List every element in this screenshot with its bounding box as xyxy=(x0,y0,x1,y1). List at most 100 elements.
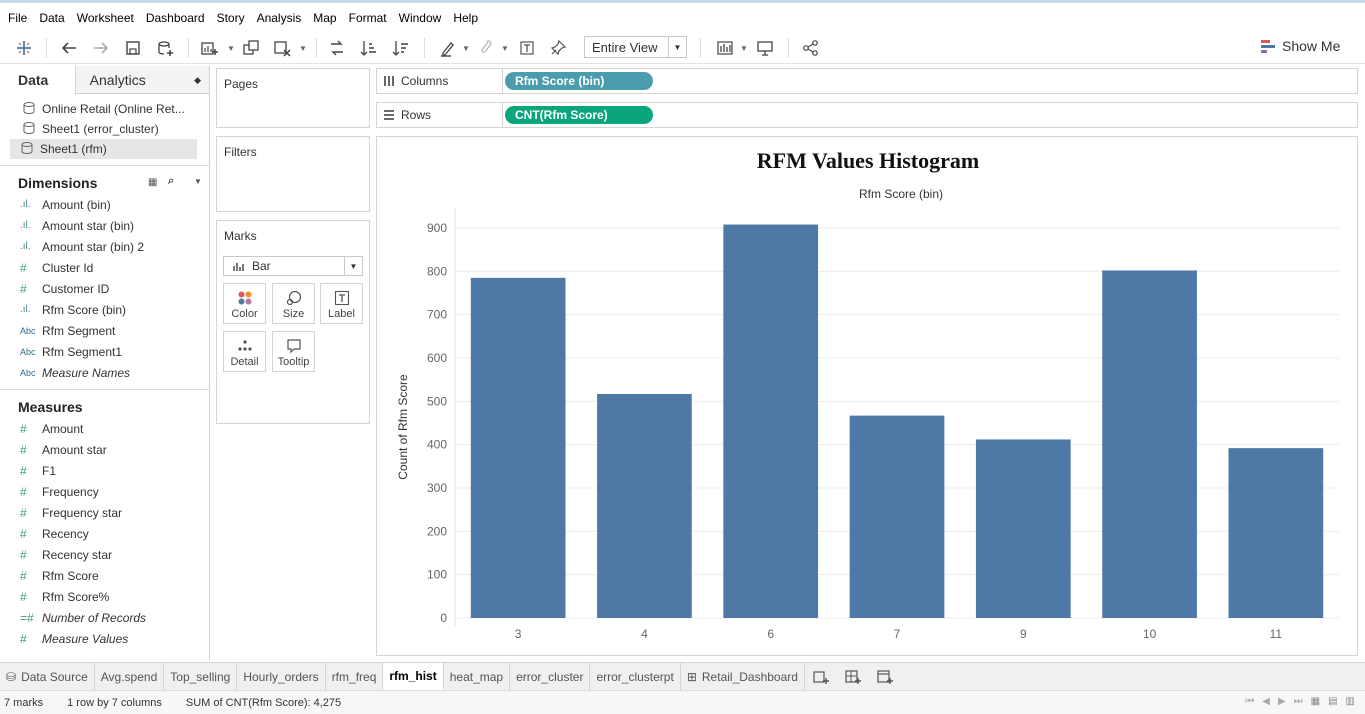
new-story-tab-icon[interactable] xyxy=(869,663,901,690)
field-item[interactable]: Abc Rfm Segment1 xyxy=(0,341,209,362)
cnt-rfm-score-pill[interactable]: CNT(Rfm Score) xyxy=(505,106,653,124)
duplicate-sheet-icon[interactable] xyxy=(240,38,262,58)
field-item[interactable]: # Frequency xyxy=(0,481,209,502)
menu-format[interactable]: Format xyxy=(343,6,393,30)
field-item[interactable]: .ıl. Amount star (bin) 2 xyxy=(0,236,209,257)
sheet-tab-error-clusterpt[interactable]: error_clusterpt xyxy=(590,663,681,690)
new-worksheet-tab-icon[interactable] xyxy=(805,663,837,690)
fit-dropdown[interactable]: Entire View ▼ xyxy=(584,36,687,58)
color-button[interactable]: Color xyxy=(223,283,266,324)
field-item[interactable]: # Rfm Score xyxy=(0,565,209,586)
field-item[interactable]: # Measure Values xyxy=(0,628,209,649)
field-item[interactable]: # Rfm Score% xyxy=(0,586,209,607)
detail-button[interactable]: Detail xyxy=(223,331,266,372)
highlight-icon[interactable] xyxy=(436,38,458,58)
next-page-icon[interactable]: ▶ xyxy=(1278,696,1286,707)
field-item[interactable]: # Customer ID xyxy=(0,278,209,299)
data-source-tab[interactable]: ⛁ Data Source xyxy=(0,663,95,690)
bar-3[interactable] xyxy=(470,277,566,618)
size-button[interactable]: Size xyxy=(272,283,315,324)
first-page-icon[interactable]: ⏮ xyxy=(1245,696,1254,707)
bar-chart-icon[interactable] xyxy=(714,38,736,58)
save-icon[interactable] xyxy=(122,38,144,58)
sheet-tab-avg-spend[interactable]: Avg.spend xyxy=(95,663,165,690)
sort-ascending-icon[interactable] xyxy=(358,38,380,58)
new-dashboard-tab-icon[interactable] xyxy=(837,663,869,690)
view-toggle-icon[interactable]: ▦ xyxy=(148,177,157,188)
pages-card[interactable]: Pages xyxy=(216,68,370,128)
bar-10[interactable] xyxy=(1102,270,1197,618)
label-icon[interactable] xyxy=(516,38,538,58)
sort-descending-icon[interactable] xyxy=(390,38,412,58)
field-item[interactable]: # Amount star xyxy=(0,439,209,460)
swap-icon[interactable] xyxy=(326,38,348,58)
menu-worksheet[interactable]: Worksheet xyxy=(71,6,140,30)
mark-type-dropdown[interactable]: Bar ▼ xyxy=(223,256,363,276)
datasource-item[interactable]: Sheet1 (error_cluster) xyxy=(0,119,209,139)
menu-dashboard[interactable]: Dashboard xyxy=(140,6,211,30)
chevron-down-icon[interactable]: ▼ xyxy=(501,44,509,53)
new-worksheet-icon[interactable] xyxy=(198,38,220,58)
tab-view-icon[interactable]: ▥ xyxy=(1346,696,1355,707)
show-me-button[interactable]: Show Me xyxy=(1260,38,1340,54)
field-item[interactable]: # Recency xyxy=(0,523,209,544)
tableau-logo-icon[interactable] xyxy=(13,38,35,58)
field-item[interactable]: .ıl. Amount star (bin) xyxy=(0,215,209,236)
clear-sheet-icon[interactable] xyxy=(271,38,293,58)
bar-9[interactable] xyxy=(975,439,1071,618)
tab-data[interactable]: Data xyxy=(0,66,76,94)
tooltip-button[interactable]: Tooltip xyxy=(272,331,315,372)
label-button[interactable]: Label xyxy=(320,283,363,324)
columns-shelf[interactable]: Columns Rfm Score (bin) xyxy=(376,68,1358,94)
field-item[interactable]: .ıl. Amount (bin) xyxy=(0,194,209,215)
filmstrip-view-icon[interactable]: ▤ xyxy=(1328,696,1337,707)
chevron-down-icon[interactable]: ▼ xyxy=(194,177,202,186)
sheet-tab-error-cluster[interactable]: error_cluster xyxy=(510,663,591,690)
pin-icon[interactable] xyxy=(547,38,569,58)
datasource-item[interactable]: Sheet1 (rfm) xyxy=(10,139,197,159)
menu-map[interactable]: Map xyxy=(307,6,342,30)
tab-analytics[interactable]: Analytics ◆ xyxy=(76,66,209,94)
chevron-down-icon[interactable]: ▼ xyxy=(227,44,235,53)
presentation-icon[interactable] xyxy=(754,38,776,58)
field-item[interactable]: # Amount xyxy=(0,418,209,439)
chevron-down-icon[interactable]: ▼ xyxy=(740,44,748,53)
group-icon[interactable] xyxy=(474,38,496,58)
field-item[interactable]: =# Number of Records xyxy=(0,607,209,628)
sheet-tab-rfm-hist[interactable]: rfm_hist xyxy=(383,663,444,690)
redo-icon[interactable] xyxy=(90,38,112,58)
rows-shelf[interactable]: Rows CNT(Rfm Score) xyxy=(376,102,1358,128)
undo-icon[interactable] xyxy=(58,38,80,58)
filters-card[interactable]: Filters xyxy=(216,136,370,212)
menu-data[interactable]: Data xyxy=(33,6,70,30)
bar-11[interactable] xyxy=(1228,448,1324,618)
sheet-tab-rfm-freq[interactable]: rfm_freq xyxy=(326,663,384,690)
sheet-tab-hourly-orders[interactable]: Hourly_orders xyxy=(237,663,326,690)
menu-window[interactable]: Window xyxy=(393,6,448,30)
sheet-tab-retail-dashboard[interactable]: ⊞ Retail_Dashboard xyxy=(681,663,805,690)
field-item[interactable]: Abc Measure Names xyxy=(0,362,209,383)
grid-view-icon[interactable]: ▦ xyxy=(1311,696,1320,707)
rfm-score-bin-pill[interactable]: Rfm Score (bin) xyxy=(505,72,653,90)
menu-file[interactable]: File xyxy=(2,6,33,30)
sheet-tab-top-selling[interactable]: Top_selling xyxy=(164,663,238,690)
collapse-arrow-icon[interactable]: ◆ xyxy=(194,75,201,86)
field-item[interactable]: # Frequency star xyxy=(0,502,209,523)
prev-page-icon[interactable]: ◀ xyxy=(1262,696,1270,707)
last-page-icon[interactable]: ⏭ xyxy=(1294,696,1303,707)
field-item[interactable]: # Recency star xyxy=(0,544,209,565)
sheet-tab-heat-map[interactable]: heat_map xyxy=(444,663,511,690)
menu-analysis[interactable]: Analysis xyxy=(251,6,308,30)
new-datasource-icon[interactable] xyxy=(154,38,176,58)
field-item[interactable]: .ıl. Rfm Score (bin) xyxy=(0,299,209,320)
menu-help[interactable]: Help xyxy=(447,6,484,30)
field-item[interactable]: Abc Rfm Segment xyxy=(0,320,209,341)
field-item[interactable]: # F1 xyxy=(0,460,209,481)
chevron-down-icon[interactable]: ▼ xyxy=(462,44,470,53)
search-icon[interactable]: ⌕ xyxy=(168,175,174,188)
field-item[interactable]: # Cluster Id xyxy=(0,257,209,278)
datasource-item[interactable]: Online Retail (Online Ret... xyxy=(0,99,209,119)
bar-6[interactable] xyxy=(723,224,819,618)
bar-7[interactable] xyxy=(849,415,945,618)
chevron-down-icon[interactable]: ▼ xyxy=(299,44,307,53)
